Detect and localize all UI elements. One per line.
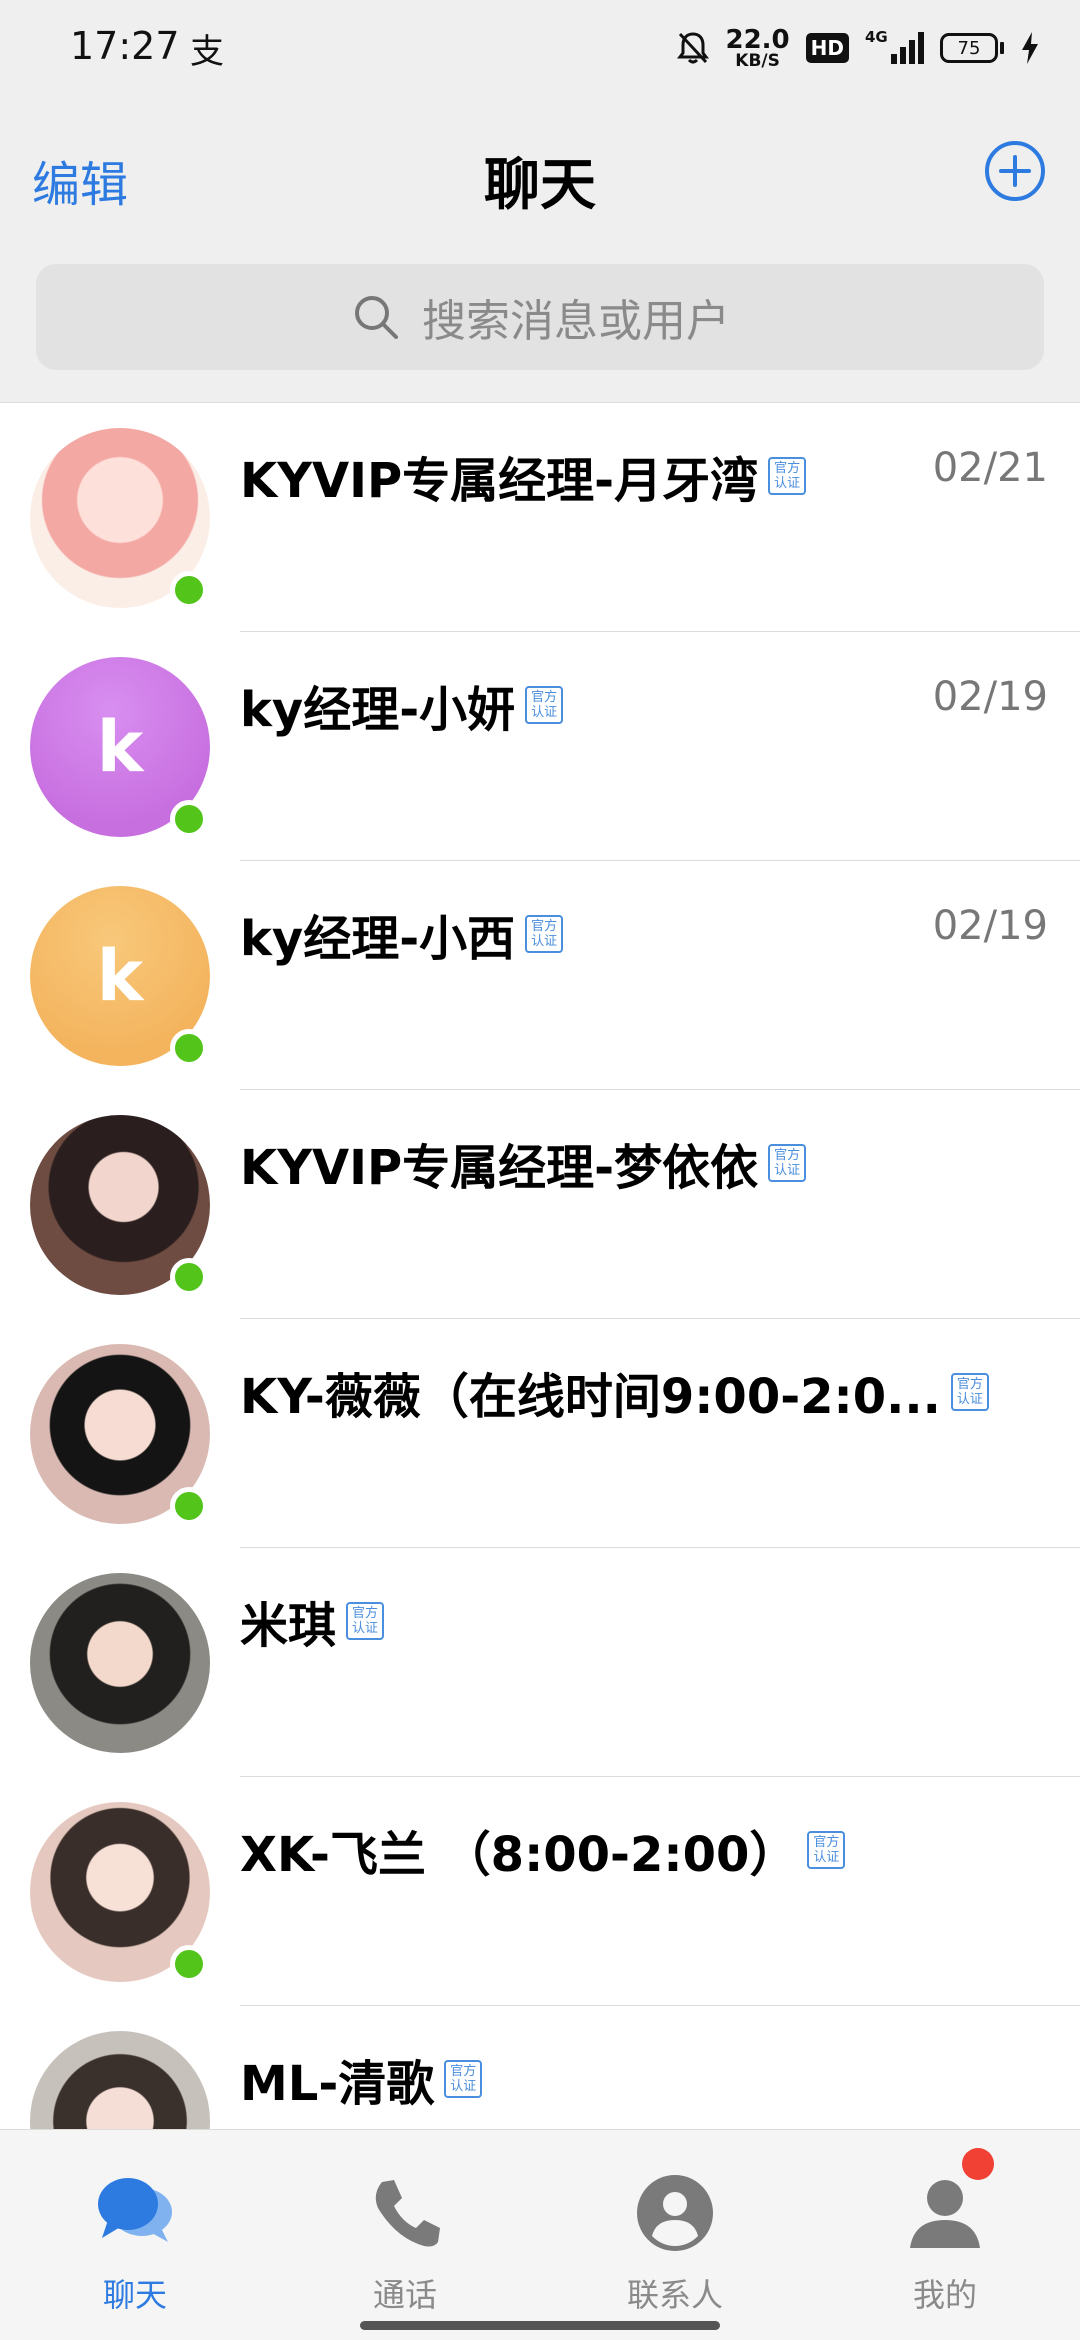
chat-name-text: XK-飞兰 （8:00-2:00） (240, 1827, 798, 1883)
verify-badge-line1: 官方 (774, 1148, 801, 1163)
home-indicator[interactable] (360, 2321, 720, 2330)
avatar-letter: k (96, 706, 144, 788)
profile-icon (910, 2180, 980, 2248)
chat-date: 02/21 (932, 445, 1048, 491)
chat-name-text: 米琪 (240, 1598, 337, 1654)
net-speed-value: 22.0 (725, 24, 790, 55)
chat-row[interactable]: 米琪 官方 认证 (0, 1548, 1080, 1777)
net-speed-unit: KB/S (735, 50, 780, 71)
verify-badge-line2: 认证 (352, 1621, 379, 1636)
verify-badge-line2: 认证 (813, 1850, 840, 1865)
chat-date: 02/19 (932, 674, 1048, 720)
chat-name: ML-清歌 官方 认证 (240, 2044, 483, 2114)
tab-label: 聊天 (102, 2276, 167, 2314)
status-indicators: 22.0 KB/S HD 4G 75 (676, 22, 1041, 74)
chat-row[interactable]: k ky经理-小西 官方 认证 02/19 (0, 861, 1080, 1090)
verify-badge-line1: 官方 (531, 690, 558, 705)
tab-label: 我的 (912, 2276, 977, 2314)
verify-badge-line1: 官方 (450, 2064, 477, 2079)
chat-row[interactable]: KYVIP专属经理-梦依依 官方 认证 (0, 1090, 1080, 1319)
online-status-dot (170, 1945, 208, 1983)
search-placeholder: 搜索消息或用户 (422, 296, 730, 347)
chat-bubbles-icon (98, 2178, 172, 2242)
chat-row[interactable]: ML-清歌 官方 认证 (0, 2006, 1080, 2129)
verified-badge-icon: 官方 认证 (525, 686, 564, 724)
verify-badge-line2: 认证 (774, 1163, 801, 1178)
avatar-letter: k (96, 935, 144, 1017)
chat-row[interactable]: KYVIP专属经理-月牙湾 官方 认证 02/21 (0, 403, 1080, 632)
online-status-dot (170, 1029, 208, 1067)
hd-badge: HD (805, 33, 849, 63)
net-speed: 22.0 KB/S (726, 27, 790, 70)
verified-badge-icon: 官方 认证 (768, 457, 807, 495)
verified-badge-icon: 官方 认证 (346, 1602, 385, 1640)
chat-row[interactable]: XK-飞兰 （8:00-2:00） 官方 认证 (0, 1777, 1080, 2006)
chat-name: ky经理-小西 官方 认证 (240, 899, 564, 969)
chat-name-text: ky经理-小妍 (240, 682, 516, 738)
verify-badge-line1: 官方 (531, 919, 558, 934)
tab-label: 通话 (372, 2276, 437, 2314)
chat-name: KYVIP专属经理-梦依依 官方 认证 (240, 1128, 807, 1198)
chat-screen: 17:27 支 22.0 KB/S HD 4G 75 编辑 聊天 搜索消息或用户… (0, 0, 1080, 2340)
verified-badge-icon: 官方 认证 (807, 1831, 846, 1869)
search-input[interactable]: 搜索消息或用户 (36, 264, 1044, 370)
online-status-dot (170, 1487, 208, 1525)
verify-badge-line1: 官方 (774, 461, 801, 476)
network-type: 4G (865, 28, 888, 46)
verify-badge-line2: 认证 (531, 705, 558, 720)
status-bar: 17:27 支 22.0 KB/S HD 4G 75 (0, 0, 1080, 95)
chat-row[interactable]: KY-薇薇（在线时间9:00-2:0... 官方 认证 (0, 1319, 1080, 1548)
chat-name: 米琪 官方 认证 (240, 1586, 385, 1656)
chat-name-text: ML-清歌 (240, 2056, 435, 2112)
avatar (30, 1573, 210, 1753)
verify-badge-line1: 官方 (352, 1606, 379, 1621)
verified-badge-icon: 官方 认证 (525, 915, 564, 953)
page-title: 聊天 (484, 153, 596, 218)
verify-badge-line2: 认证 (774, 476, 801, 491)
battery-icon: 75 (940, 33, 1004, 63)
verified-badge-icon: 官方 认证 (444, 2060, 483, 2098)
verify-badge-line1: 官方 (956, 1377, 983, 1392)
chat-name-text: KY-薇薇（在线时间9:00-2:0... (240, 1369, 941, 1425)
chat-date: 02/19 (932, 903, 1048, 949)
avatar (30, 2031, 210, 2129)
header: 编辑 聊天 (0, 95, 1080, 250)
alipay-notification-icon: 支 (190, 32, 224, 72)
charging-bolt-icon (1022, 32, 1038, 64)
tab-contacts[interactable]: 联系人 (540, 2130, 810, 2340)
online-status-dot (170, 1258, 208, 1296)
status-time: 17:27 (70, 24, 180, 68)
mute-bell-icon (676, 32, 709, 64)
tab-calls[interactable]: 通话 (270, 2130, 540, 2340)
verify-badge-line2: 认证 (956, 1392, 983, 1407)
verified-badge-icon: 官方 认证 (768, 1144, 807, 1182)
search-icon (355, 296, 398, 339)
verify-badge-line2: 认证 (450, 2079, 477, 2094)
chat-name: XK-飞兰 （8:00-2:00） 官方 认证 (240, 1815, 846, 1885)
contacts-icon (637, 2175, 713, 2251)
verify-badge-line1: 官方 (813, 1835, 840, 1850)
chat-name-text: ky经理-小西 (240, 911, 516, 967)
tab-chat[interactable]: 聊天 (0, 2130, 270, 2340)
chat-name-text: KYVIP专属经理-梦依依 (240, 1140, 759, 1196)
chat-name: KYVIP专属经理-月牙湾 官方 认证 (240, 441, 807, 511)
tab-label: 联系人 (626, 2276, 723, 2314)
notification-badge (962, 2148, 994, 2180)
online-status-dot (170, 800, 208, 838)
chat-row[interactable]: k ky经理-小妍 官方 认证 02/19 (0, 632, 1080, 861)
add-chat-button[interactable] (984, 140, 1046, 202)
phone-icon (375, 2180, 440, 2247)
tab-me[interactable]: 我的 (810, 2130, 1080, 2340)
tab-bar: 聊天 通话 联系人 我的 (0, 2129, 1080, 2340)
chat-list[interactable]: KYVIP专属经理-月牙湾 官方 认证 02/21 k ky经理-小妍 官方 认证 … (0, 402, 1080, 2129)
chat-name-text: KYVIP专属经理-月牙湾 (240, 453, 759, 509)
signal-icon: 4G (865, 28, 924, 64)
chat-name: ky经理-小妍 官方 认证 (240, 670, 564, 740)
online-status-dot (170, 571, 208, 609)
chat-name: KY-薇薇（在线时间9:00-2:0... 官方 认证 (240, 1357, 989, 1427)
verified-badge-icon: 官方 认证 (950, 1373, 989, 1411)
verify-badge-line2: 认证 (531, 934, 558, 949)
battery-level: 75 (957, 37, 981, 59)
